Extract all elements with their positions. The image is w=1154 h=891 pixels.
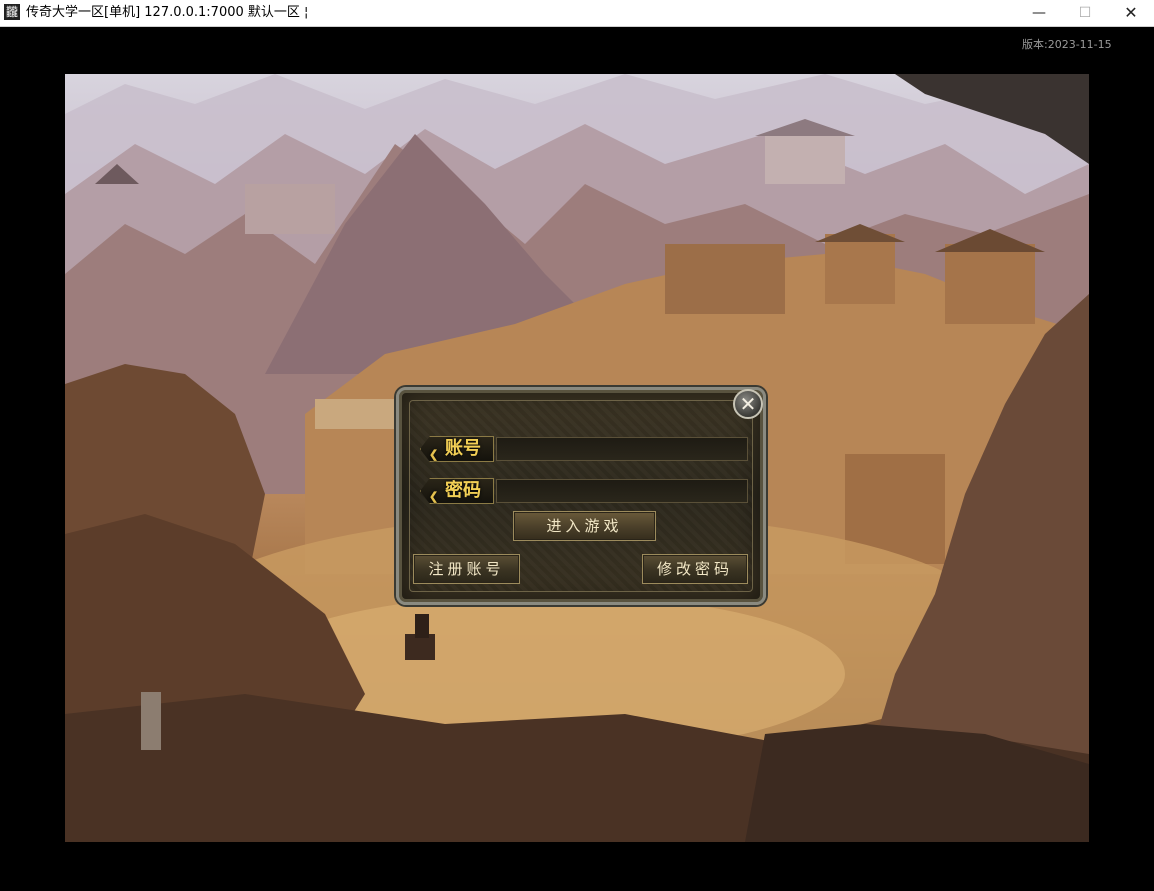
app-icon: 龖: [4, 4, 20, 20]
password-label: ❮ 密码: [420, 478, 494, 504]
maximize-button[interactable]: ☐: [1062, 0, 1108, 26]
account-label: ❮ 账号: [420, 436, 494, 462]
minimize-button[interactable]: —: [1016, 0, 1062, 26]
account-input[interactable]: [496, 437, 748, 461]
close-login-button[interactable]: ✕: [733, 389, 763, 419]
password-input[interactable]: [496, 479, 748, 503]
account-label-text: 账号: [445, 438, 481, 459]
password-label-text: 密码: [445, 480, 481, 501]
window-title: 传奇大学一区[单机] 127.0.0.1:7000 默认一区 ¦: [26, 5, 309, 20]
window-titlebar[interactable]: 龖 传奇大学一区[单机] 127.0.0.1:7000 默认一区 ¦ — ☐ ✕: [0, 0, 1154, 27]
version-label: 版本:2023-11-15: [1022, 38, 1112, 51]
enter-game-button[interactable]: 进入游戏: [513, 511, 656, 541]
close-window-button[interactable]: ✕: [1108, 0, 1154, 26]
register-account-button[interactable]: 注册账号: [413, 554, 520, 584]
change-password-button[interactable]: 修改密码: [642, 554, 748, 584]
